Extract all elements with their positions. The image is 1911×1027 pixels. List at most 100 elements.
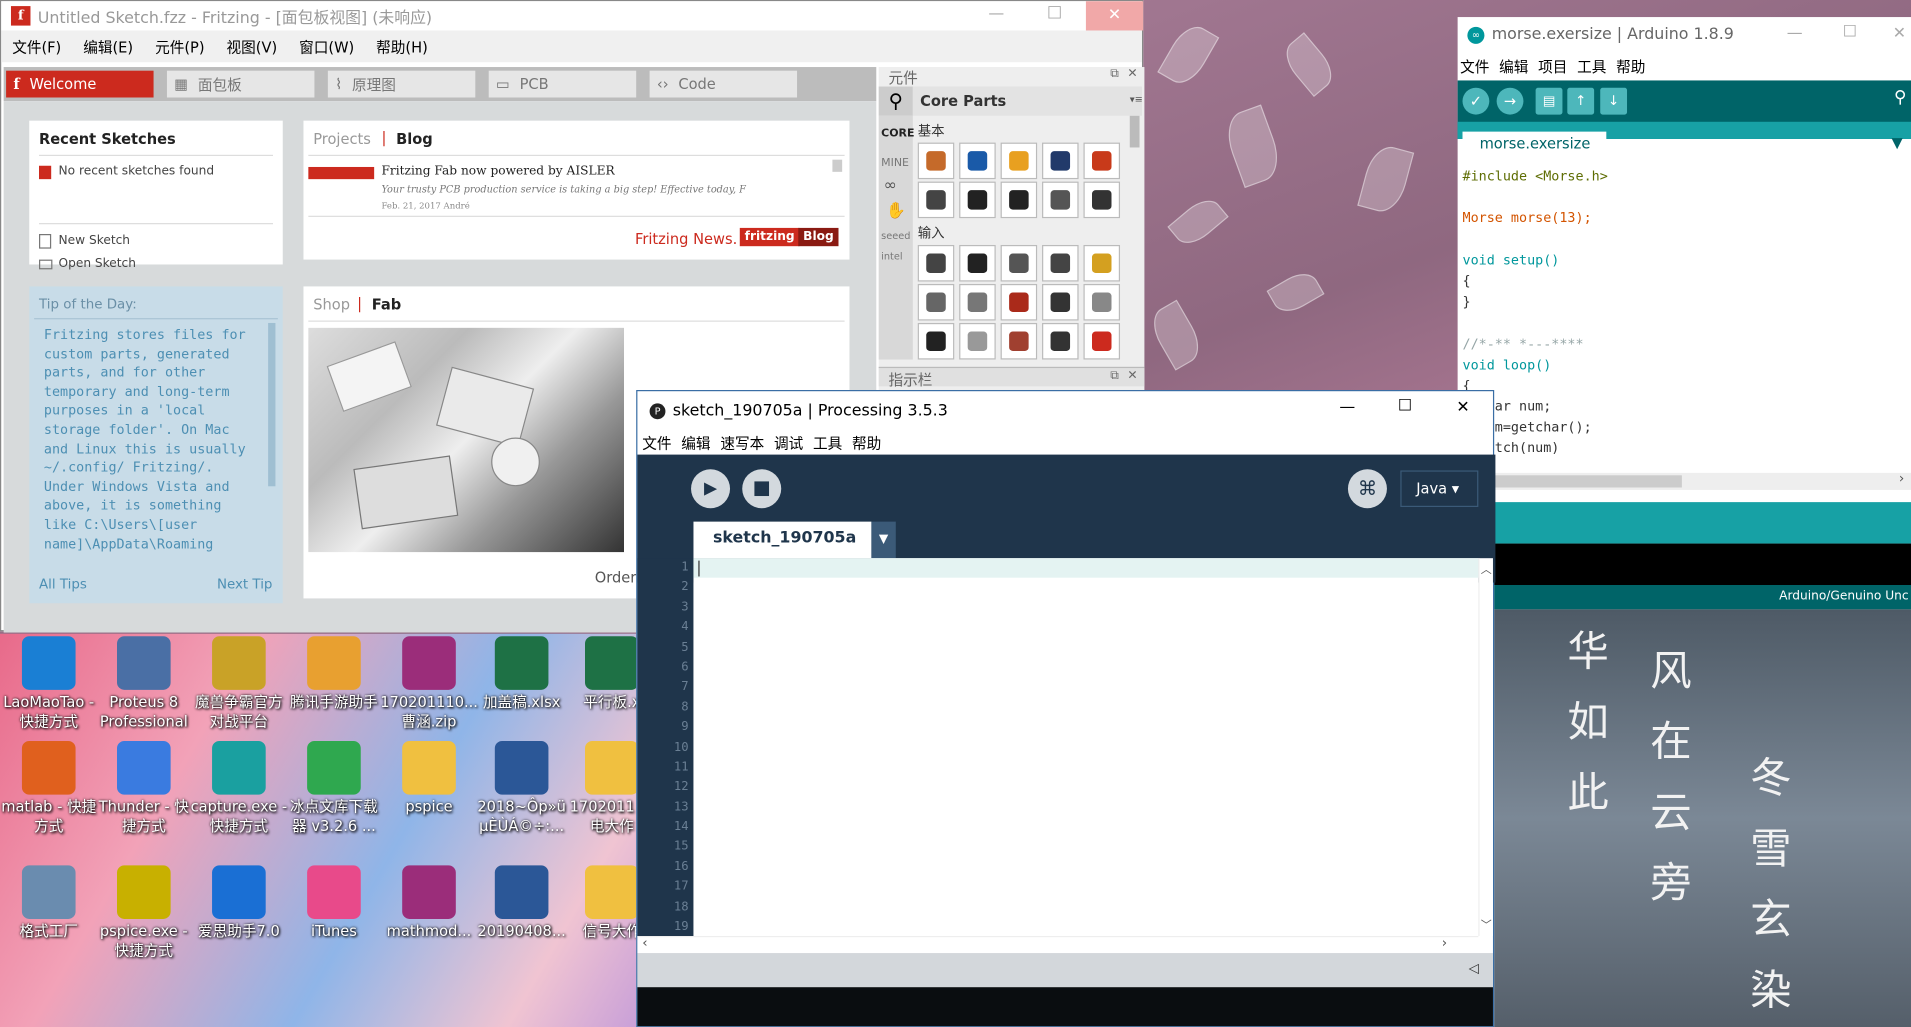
part-item[interactable] [917,181,955,219]
menu-view[interactable]: 视图(V) [216,36,289,57]
tab-welcome[interactable]: f Welcome [6,70,154,98]
menu-help[interactable]: 帮助 [852,432,881,453]
menu-file[interactable]: 文件(F) [1,36,72,57]
snootlab-bin-icon[interactable]: ✋ [879,195,913,220]
part-item[interactable] [917,244,955,282]
maximize-icon[interactable]: ☐ [1843,23,1857,41]
open-sketch-link[interactable]: Open Sketch [59,257,137,270]
new-button[interactable]: ▤ [1535,87,1563,115]
chevron-left-icon[interactable]: ‹ [642,935,647,951]
open-button[interactable]: ↑ [1567,87,1595,115]
desktop-icon[interactable]: 20190408... [473,865,571,941]
float-icon[interactable]: ⧉ [1110,369,1119,382]
close-icon[interactable]: ✕ [1127,369,1137,382]
part-item[interactable] [959,142,996,180]
desktop-icon[interactable]: iTunes [285,865,383,941]
horizontal-scrollbar[interactable]: › [1457,470,1911,490]
part-item[interactable] [1042,142,1079,180]
part-item[interactable] [917,322,955,360]
part-item[interactable] [917,283,955,321]
blog-item-title[interactable]: Fritzing Fab now powered by AISLER [381,165,614,178]
menu-edit[interactable]: 编辑(E) [72,36,144,57]
mode-selector[interactable]: Java ▾ [1400,470,1479,507]
tab-menu-icon[interactable]: ▼ [1892,134,1903,151]
close-icon[interactable]: ✕ [1127,67,1137,80]
core-bin-tab[interactable]: CORE [879,116,914,140]
menu-tools[interactable]: 工具 [1577,56,1606,77]
menu-edit[interactable]: 编辑 [681,432,710,453]
shop-tab[interactable]: Shop [313,296,350,313]
blog-scrollbar[interactable] [832,159,843,172]
desktop-icon[interactable]: capture.exe - 快捷方式 [190,741,288,836]
stop-button[interactable] [742,469,782,509]
verify-button[interactable]: ✓ [1462,87,1490,115]
desktop-icon[interactable]: mathmod... [380,865,478,941]
fab-tab[interactable]: Fab [372,296,401,313]
menu-help[interactable]: 帮助 [1616,56,1645,77]
processing-code-editor[interactable] [693,558,1479,936]
menu-file[interactable]: 文件 [642,432,671,453]
next-tip-link[interactable]: Next Tip [217,576,273,592]
part-item[interactable] [1000,283,1038,321]
chevron-down-icon[interactable]: ﹀ [1481,917,1492,932]
serial-monitor-icon[interactable]: ⚲ [1894,88,1907,108]
menu-file[interactable]: 文件 [1460,56,1489,77]
mine-bin-tab[interactable]: MINE [879,140,913,169]
desktop-icon[interactable]: 加盖稿.xlsx [473,636,571,712]
chevron-right-icon[interactable]: › [1442,935,1447,951]
menu-tools[interactable]: 工具 [813,432,842,453]
horizontal-scrollbar[interactable]: ‹ › [637,935,1479,954]
fab-pcb-photo[interactable] [308,327,624,553]
tab-pcb[interactable]: ▭ PCB [488,70,637,98]
all-tips-link[interactable]: All Tips [39,576,87,592]
blog-badge[interactable]: Blog [798,227,839,247]
projects-tab[interactable]: Projects [313,130,371,147]
tab-breadboard[interactable]: ▦ 面包板 [166,70,315,98]
desktop-icon[interactable]: 2018~Ôp»ü µÈÙÁ©÷:... [473,741,571,836]
part-item[interactable] [1000,142,1038,180]
part-item[interactable] [1000,322,1038,360]
part-item[interactable] [1083,244,1121,282]
part-item[interactable] [1083,322,1121,360]
fritzing-badge[interactable]: fritzing [739,227,800,247]
bin-menu-icon[interactable]: ▾≡ [1130,94,1143,105]
tab-schematic[interactable]: ⌇ 原理图 [327,70,476,98]
desktop-icon[interactable]: matlab - 快捷方式 [0,741,98,836]
minimize-icon[interactable]: — [988,5,1004,23]
part-item[interactable] [1042,244,1079,282]
desktop-icon[interactable]: 170201110...曹涵.zip [380,636,478,731]
float-icon[interactable]: ⧉ [1110,67,1119,80]
minimize-icon[interactable]: — [1339,399,1355,417]
part-item[interactable] [959,322,996,360]
seeed-bin-icon[interactable]: seeed [879,221,913,241]
part-item[interactable] [1083,142,1121,180]
desktop-icon[interactable]: 格式工厂 [0,865,98,941]
menu-edit[interactable]: 编辑 [1499,56,1528,77]
desktop-icon[interactable]: 冰点文库下载器 v3.2.6 ... [285,741,383,836]
desktop-icon[interactable]: pspice.exe - 快捷方式 [95,865,193,960]
tab-sketch-label[interactable]: morse.exersize [1462,131,1607,161]
desktop-icon[interactable]: LaoMaoTao - 快捷方式 [0,636,98,731]
part-item[interactable] [959,283,996,321]
part-item[interactable] [1083,283,1121,321]
part-item[interactable] [1042,181,1079,219]
menu-help[interactable]: 帮助(H) [365,36,439,57]
upload-button[interactable]: → [1496,87,1524,115]
part-item[interactable] [1000,181,1038,219]
part-item[interactable] [959,244,996,282]
close-button[interactable]: ✕ [1085,1,1144,31]
search-icon[interactable]: ⚲ [878,86,913,116]
tab-code[interactable]: ‹› Code [649,70,798,98]
part-item[interactable] [917,142,955,180]
vertical-scrollbar[interactable]: ︿ ﹀ [1478,558,1493,936]
order-link[interactable]: Order [595,569,637,586]
intel-bin-icon[interactable]: intel [879,241,913,262]
part-item[interactable] [1042,283,1079,321]
part-item[interactable] [1000,244,1038,282]
blog-tab[interactable]: Blog [396,130,433,147]
tip-scrollbar[interactable] [268,322,276,487]
desktop-icon[interactable]: 腾讯手游助手 [285,636,383,712]
part-item[interactable] [1042,322,1079,360]
minimize-icon[interactable]: — [1787,24,1803,42]
new-sketch-link[interactable]: New Sketch [59,234,131,247]
